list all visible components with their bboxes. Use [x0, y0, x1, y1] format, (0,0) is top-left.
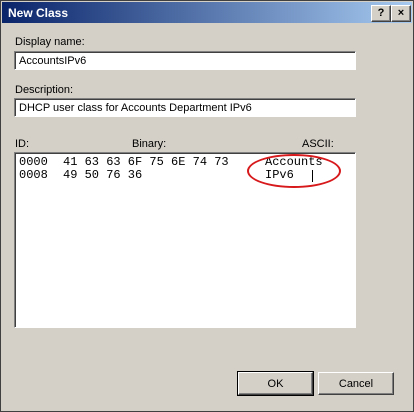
id-column-header: ID: [15, 138, 30, 150]
cancel-button[interactable]: Cancel [318, 372, 394, 395]
close-icon: × [397, 7, 405, 19]
row-bytes: 49 50 76 36 [63, 168, 143, 182]
title-bar[interactable]: New Class ? × [2, 2, 412, 23]
display-name-value: AccountsIPv6 [19, 55, 87, 67]
ok-button[interactable]: OK [237, 371, 314, 396]
display-name-label: Display name: [15, 36, 85, 48]
close-button[interactable]: × [391, 5, 411, 22]
dialog-title: New Class [8, 6, 69, 20]
ascii-highlight-annotation [247, 154, 341, 188]
ascii-column-header: ASCII: [302, 138, 334, 150]
row-id: 0008 [19, 168, 48, 182]
description-label: Description: [15, 84, 74, 96]
binary-column-header: Binary: [132, 138, 167, 150]
display-name-field[interactable]: AccountsIPv6 [14, 51, 356, 70]
description-value: DHCP user class for Accounts Department … [19, 102, 252, 114]
new-class-dialog: New Class ? × Display name: AccountsIPv6… [0, 0, 414, 412]
help-button[interactable]: ? [371, 5, 391, 22]
description-field[interactable]: DHCP user class for Accounts Department … [14, 98, 356, 117]
help-icon: ? [377, 7, 385, 19]
